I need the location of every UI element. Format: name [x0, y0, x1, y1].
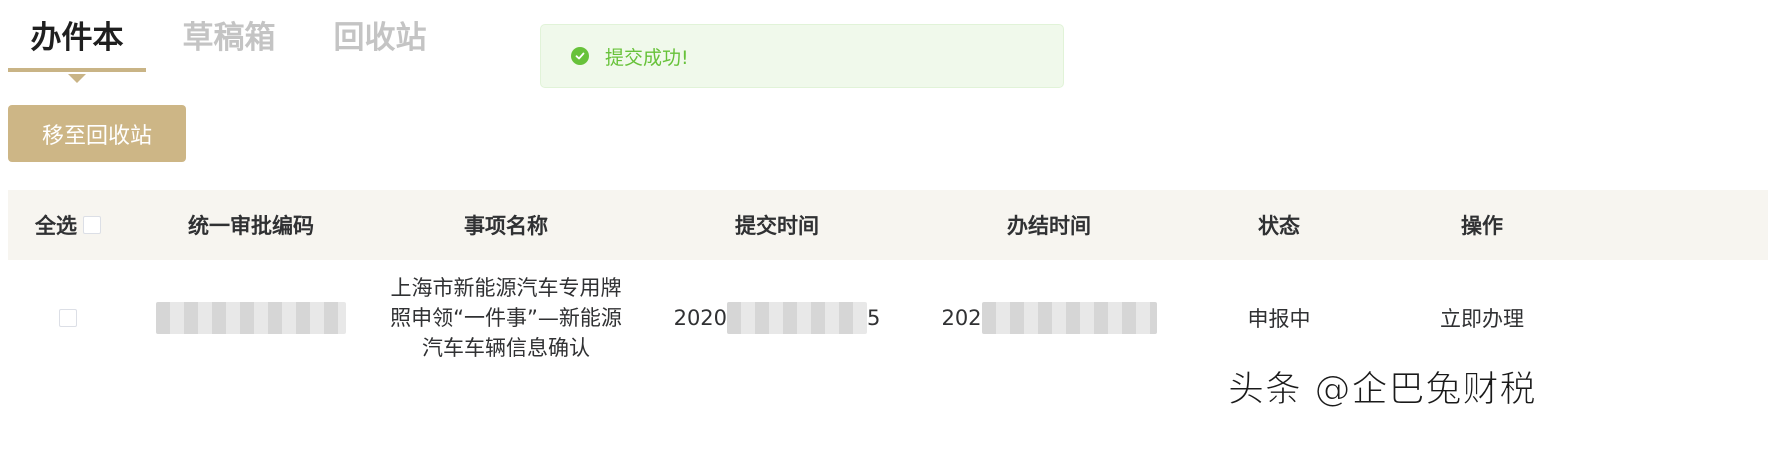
row-checkbox[interactable] [59, 309, 77, 327]
submit-time: 2020 5 [673, 302, 881, 334]
success-toast: 提交成功! [540, 24, 1064, 88]
tab-handled[interactable]: 办件本 [8, 0, 146, 83]
records-table: 全选 统一审批编码 事项名称 提交时间 办结时间 状态 操作 上海市新能源汽车专… [8, 190, 1768, 376]
tab-drafts[interactable]: 草稿箱 [146, 0, 312, 72]
column-header-status: 状态 [1258, 214, 1300, 238]
table-row: 上海市新能源汽车专用牌照申领“一件事”—新能源汽车车辆信息确认 2020 5 2… [8, 260, 1768, 376]
item-name: 上海市新能源汽车专用牌照申领“一件事”—新能源汽车车辆信息确认 [390, 276, 622, 360]
submit-time-visible: 2020 [673, 306, 728, 330]
select-all-header: 全选 [8, 190, 128, 260]
check-circle-icon [571, 47, 589, 65]
toast-message: 提交成功! [605, 46, 689, 69]
code-cell [128, 260, 374, 376]
column-header-action: 操作 [1461, 214, 1503, 238]
submit-time-cell: 2020 5 [638, 260, 916, 376]
tab-label: 办件本 [30, 20, 124, 56]
redacted-submit-time [727, 302, 868, 334]
tab-bar: 办件本 草稿箱 回收站 [8, 0, 448, 83]
watermark: 头条 @企巴兔财税 [1227, 369, 1537, 411]
process-now-link[interactable]: 立即办理 [1440, 303, 1524, 333]
column-header-code: 统一审批编码 [188, 214, 314, 238]
finish-time-visible: 202 [941, 306, 982, 330]
column-header-name: 事项名称 [464, 214, 548, 238]
action-cell: 立即办理 [1376, 260, 1588, 376]
select-all-label: 全选 [35, 214, 77, 238]
redacted-finish-time [981, 302, 1157, 334]
name-cell: 上海市新能源汽车专用牌照申领“一件事”—新能源汽车车辆信息确认 [374, 260, 638, 376]
finish-time-cell: 202 [916, 260, 1182, 376]
column-header-submit-time: 提交时间 [735, 214, 819, 238]
column-header-finish-time: 办结时间 [1007, 214, 1091, 238]
tab-recycle-bin[interactable]: 回收站 [312, 0, 448, 72]
tab-label: 草稿箱 [182, 20, 276, 56]
submit-time-suffix: 5 [867, 306, 881, 330]
tab-label: 回收站 [333, 20, 427, 56]
select-all-checkbox[interactable] [83, 216, 101, 234]
row-select-cell [8, 260, 128, 376]
table-header: 全选 统一审批编码 事项名称 提交时间 办结时间 状态 操作 [8, 190, 1768, 260]
status-text: 申报中 [1247, 307, 1311, 331]
move-to-recycle-bin-button[interactable]: 移至回收站 [8, 105, 186, 162]
status-cell: 申报中 [1182, 260, 1376, 376]
redacted-code [156, 302, 346, 334]
finish-time: 202 [941, 302, 1157, 334]
